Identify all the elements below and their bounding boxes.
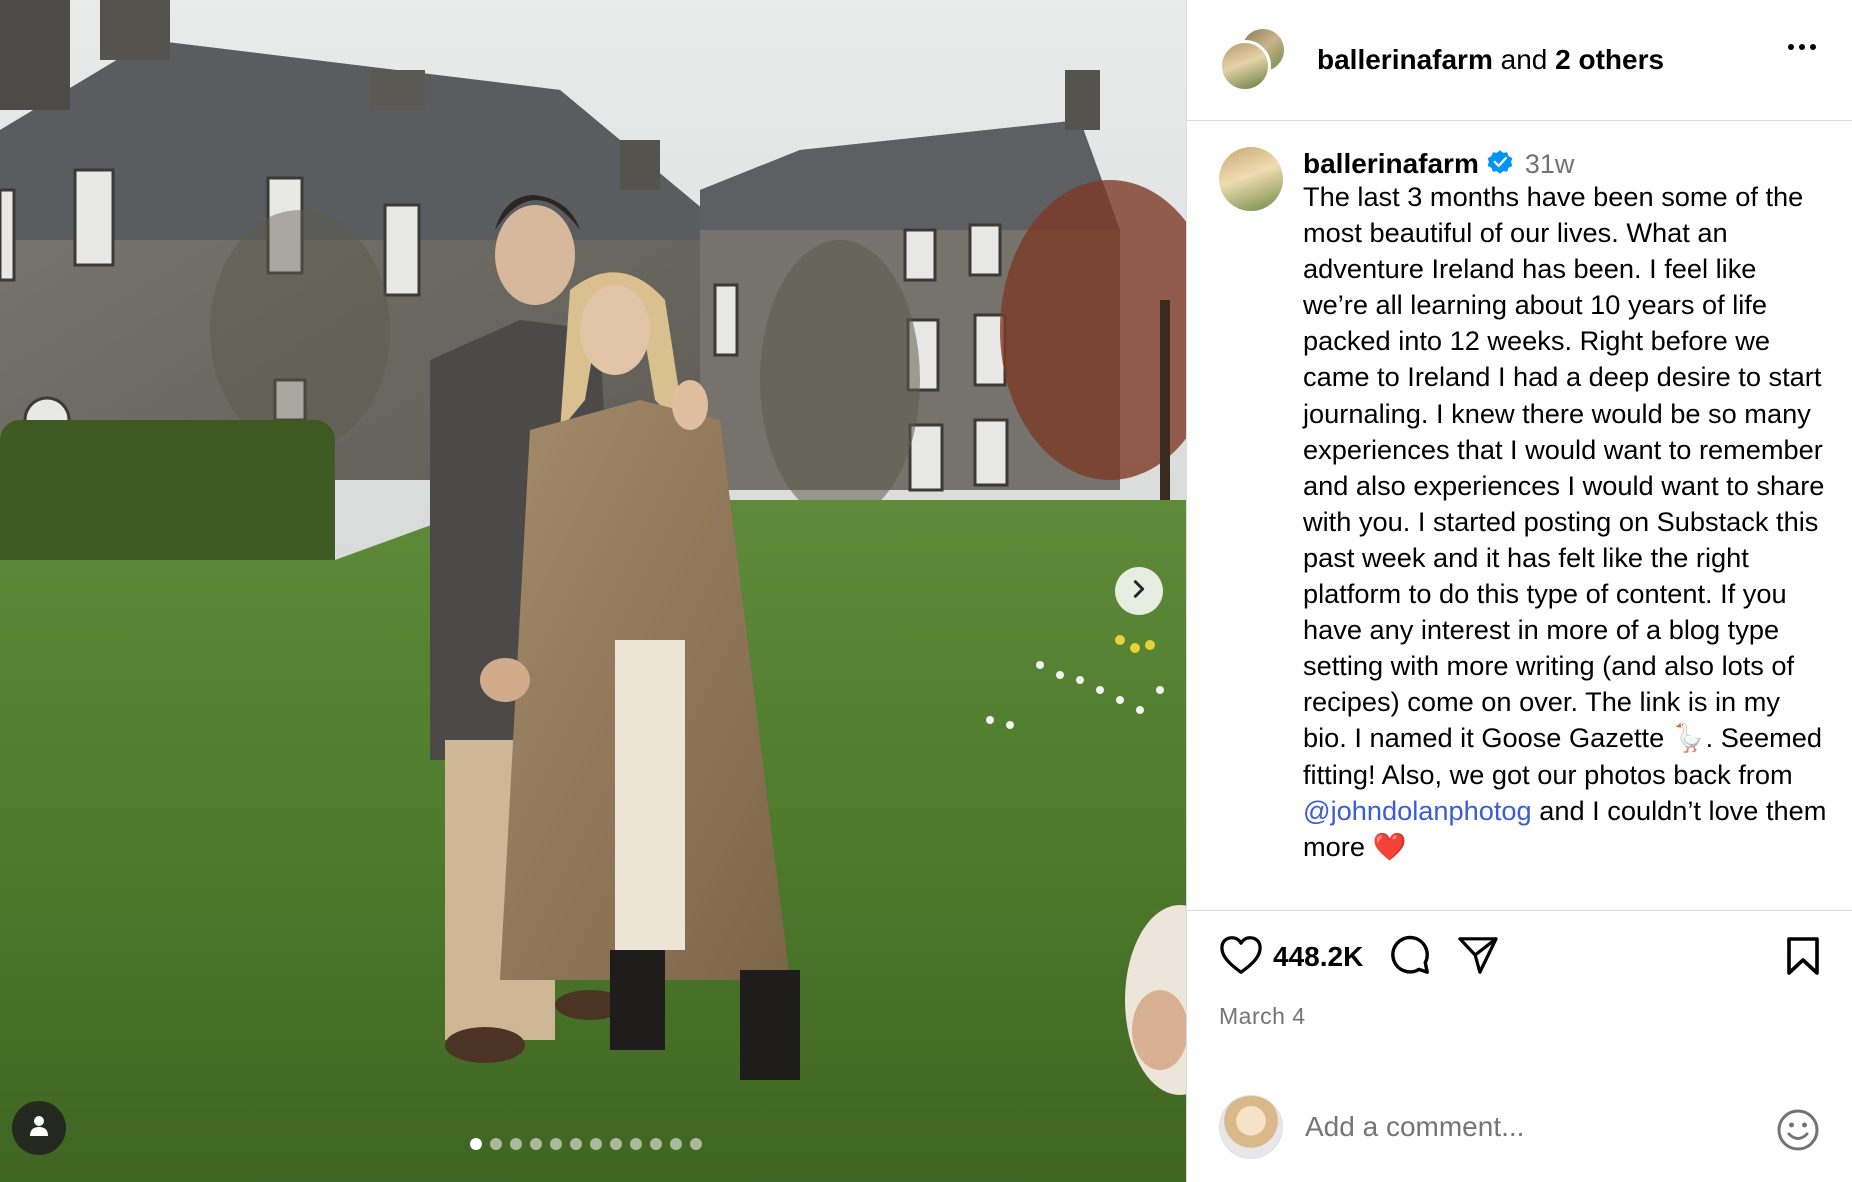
- action-bar: 448.2K: [1187, 911, 1852, 1003]
- chevron-right-icon: [1128, 578, 1150, 605]
- carousel-dot: [530, 1138, 542, 1150]
- avatar: [1219, 1095, 1283, 1159]
- like-count[interactable]: 448.2K: [1273, 941, 1363, 973]
- others-link[interactable]: 2 others: [1555, 44, 1664, 75]
- send-icon: [1457, 935, 1499, 980]
- carousel-dot: [650, 1138, 662, 1150]
- authors-joiner: and: [1492, 44, 1556, 75]
- avatar: [1219, 40, 1271, 92]
- author-username-link[interactable]: ballerinafarm: [1317, 44, 1493, 75]
- emoji-icon[interactable]: [1776, 1108, 1820, 1157]
- carousel-dot: [470, 1138, 482, 1150]
- comment-icon: [1389, 934, 1431, 981]
- next-photo-button[interactable]: [1115, 567, 1163, 615]
- bookmark-icon: [1786, 936, 1820, 981]
- post-header: ballerinafarm and 2 others: [1187, 0, 1852, 121]
- carousel-dot: [490, 1138, 502, 1150]
- carousel-dot: [550, 1138, 562, 1150]
- carousel-dot: [610, 1138, 622, 1150]
- tagged-users-button[interactable]: [12, 1101, 66, 1155]
- caption-text-part: The last 3 months have been some of the …: [1303, 181, 1825, 790]
- post-media[interactable]: [0, 0, 1186, 1182]
- post-timestamp[interactable]: 31w: [1525, 149, 1575, 180]
- caption-body: ballerinafarm 31w The last 3 months have…: [1303, 147, 1828, 910]
- carousel-dot: [670, 1138, 682, 1150]
- caption-text: The last 3 months have been some of the …: [1303, 179, 1828, 865]
- comment-composer: [1187, 1072, 1852, 1182]
- more-options-icon[interactable]: [1788, 44, 1816, 50]
- post-dialog: ballerinafarm and 2 others ballerinafarm…: [0, 0, 1852, 1182]
- post-sidebar: ballerinafarm and 2 others ballerinafarm…: [1186, 0, 1852, 1182]
- verified-badge-icon: [1479, 149, 1513, 180]
- like-button[interactable]: [1219, 935, 1263, 980]
- mention-link[interactable]: @johndolanphotog: [1303, 795, 1532, 826]
- carousel-dot: [690, 1138, 702, 1150]
- post-photo: [0, 0, 1186, 1182]
- carousel-indicator: [470, 1138, 702, 1150]
- comment-button[interactable]: [1389, 934, 1431, 981]
- user-tag-icon: [28, 1114, 50, 1143]
- post-date[interactable]: March 4: [1187, 1003, 1852, 1030]
- carousel-dot: [570, 1138, 582, 1150]
- save-button[interactable]: [1786, 936, 1820, 981]
- avatar[interactable]: [1219, 147, 1283, 211]
- caption-section: ballerinafarm 31w The last 3 months have…: [1187, 121, 1852, 911]
- heart-icon: [1219, 935, 1263, 980]
- carousel-dot: [510, 1138, 522, 1150]
- caption-header: ballerinafarm 31w: [1303, 148, 1828, 180]
- carousel-dot: [590, 1138, 602, 1150]
- post-authors: ballerinafarm and 2 others: [1317, 44, 1664, 76]
- carousel-dot: [630, 1138, 642, 1150]
- share-button[interactable]: [1457, 935, 1499, 980]
- comment-input[interactable]: [1305, 1111, 1745, 1143]
- caption-username-link[interactable]: ballerinafarm: [1303, 148, 1479, 180]
- collab-avatars[interactable]: [1219, 26, 1287, 94]
